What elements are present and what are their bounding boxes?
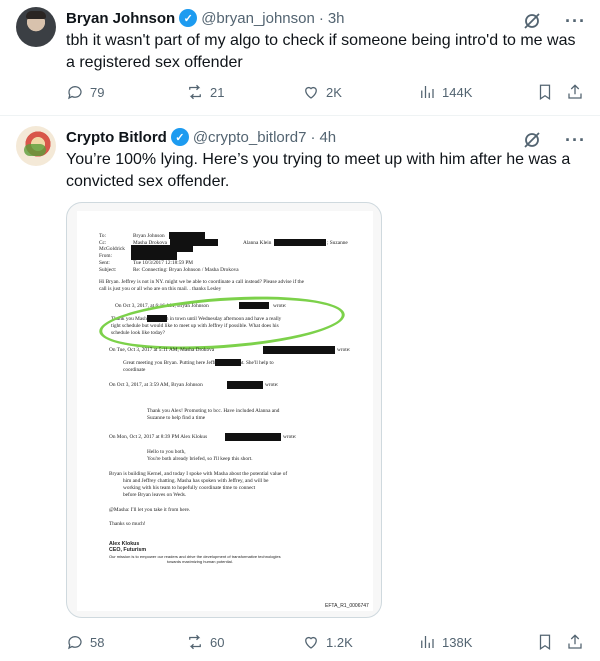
reply-icon bbox=[68, 86, 82, 100]
reply-button[interactable]: 58 bbox=[66, 633, 104, 651]
doc-quote-7: Thanks so much! bbox=[109, 521, 146, 527]
more-icon[interactable]: ··· bbox=[565, 11, 586, 32]
doc-quote-3: Thank you Alex! Promoting to bcc. Have i… bbox=[147, 408, 280, 414]
reply-count: 58 bbox=[90, 634, 105, 650]
views-icon bbox=[421, 636, 434, 648]
like-button[interactable]: 2K bbox=[302, 83, 342, 101]
tweet-text: tbh it wasn't part of my algo to check i… bbox=[66, 32, 576, 71]
display-name[interactable]: Crypto Bitlord bbox=[66, 129, 167, 146]
like-icon bbox=[305, 636, 317, 649]
doc-to-label: To: bbox=[99, 233, 106, 239]
repost-icon bbox=[189, 84, 201, 100]
doc-quote-4: Hello to you both, bbox=[147, 449, 186, 455]
attached-document-image[interactable]: To: Bryan Johnson Cc: Masha Drokova Alan… bbox=[66, 202, 382, 618]
doc-cc-value-3: ; Suzanne bbox=[327, 240, 348, 246]
doc-signature-title: CEO, Futurism bbox=[109, 547, 147, 553]
handle[interactable]: @bryan_johnson bbox=[201, 10, 315, 27]
verified-badge-icon: ✓ bbox=[170, 128, 189, 146]
separator: · bbox=[318, 9, 324, 27]
doc-quote-header-2: On Tue, Oct 3, 2017 at 5:11 AM, Masha Dr… bbox=[109, 347, 215, 353]
doc-quote-3b: Suzanne to help find a time bbox=[147, 415, 206, 421]
doc-from-label: From: bbox=[99, 253, 112, 259]
doc-footer-id: EFTA_R1_0006747 bbox=[325, 603, 369, 609]
repost-count: 60 bbox=[210, 634, 225, 650]
share-icon bbox=[568, 634, 582, 649]
doc-quote-5c: working with his team to hopefully coord… bbox=[123, 485, 256, 491]
more-icon[interactable]: ··· bbox=[565, 130, 586, 151]
doc-quote-6: @Masha: I'll let you take it from here. bbox=[109, 507, 191, 513]
doc-quote-header-4: On Mon, Oct 2, 2017 at 8:39 PM Alex Klok… bbox=[109, 434, 208, 440]
doc-quote-4b: You're both already briefed, so I'll kee… bbox=[147, 456, 253, 462]
avatar[interactable] bbox=[16, 7, 56, 47]
doc-quote-header-3: On Oct 3, 2017, at 3:59 AM, Bryan Johnso… bbox=[109, 382, 203, 388]
doc-quote-2: Great meeting you Bryan. Putting here Je… bbox=[123, 360, 274, 366]
separator: · bbox=[310, 128, 316, 146]
tweet-menu: ··· bbox=[521, 129, 586, 151]
repost-count: 21 bbox=[210, 84, 225, 100]
doc-subject-label: Subject: bbox=[99, 267, 117, 273]
tweet-crypto-bitlord[interactable]: Crypto Bitlord ✓ @crypto_bitlord7 · 4h ·… bbox=[0, 117, 600, 661]
grok-icon[interactable] bbox=[521, 129, 543, 151]
reply-button[interactable]: 79 bbox=[66, 83, 104, 101]
views-count: 144K bbox=[442, 84, 473, 100]
display-name[interactable]: Bryan Johnson bbox=[66, 10, 175, 27]
doc-quote-2b: coordinate bbox=[123, 367, 146, 373]
views-icon bbox=[421, 86, 434, 98]
tweet-text: You’re 100% lying. Here’s you trying to … bbox=[66, 151, 571, 190]
reply-icon bbox=[68, 636, 82, 650]
avatar[interactable] bbox=[16, 126, 56, 166]
like-button[interactable]: 1.2K bbox=[302, 633, 353, 651]
doc-para-1b: call is just you or all who are on this … bbox=[99, 286, 222, 292]
timestamp[interactable]: 3h bbox=[328, 10, 345, 27]
repost-icon bbox=[189, 634, 201, 650]
email-document: To: Bryan Johnson Cc: Masha Drokova Alan… bbox=[77, 211, 373, 611]
doc-to-value: Bryan Johnson bbox=[133, 233, 165, 239]
action-bar: 58 60 1.2K 138K bbox=[66, 633, 588, 653]
doc-signature-mission-2: towards maximizing human potential. bbox=[167, 559, 233, 564]
doc-quote-5b: him and Jeffrey chatting. Masha has spok… bbox=[123, 478, 269, 484]
reply-count: 79 bbox=[90, 84, 105, 100]
views-button[interactable]: 144K bbox=[418, 83, 472, 101]
like-count: 2K bbox=[326, 84, 342, 100]
doc-wrote-2: wrote: bbox=[337, 347, 351, 353]
doc-quote-5: Bryan is building Kernel, and today I sp… bbox=[109, 471, 288, 477]
doc-sent-label: Sent: bbox=[99, 260, 110, 266]
grok-icon[interactable] bbox=[521, 10, 543, 32]
action-bar: 79 21 2K 144K bbox=[66, 83, 588, 103]
tweet-header: Bryan Johnson ✓ @bryan_johnson · 3h bbox=[66, 9, 345, 27]
tweet-bryan-johnson[interactable]: Bryan Johnson ✓ @bryan_johnson · 3h ··· … bbox=[0, 0, 600, 116]
doc-sent-value: Tue 10/3/2017 12:18:59 PM bbox=[133, 260, 193, 266]
tweet-menu: ··· bbox=[521, 10, 586, 32]
doc-cc-value-2: Alanna Klein bbox=[243, 240, 272, 246]
verified-badge-icon: ✓ bbox=[179, 9, 198, 27]
bookmark-button[interactable] bbox=[536, 633, 554, 651]
share-icon bbox=[568, 84, 582, 99]
views-button[interactable]: 138K bbox=[418, 633, 472, 651]
bookmark-button[interactable] bbox=[536, 83, 554, 101]
share-button[interactable] bbox=[566, 633, 584, 651]
doc-wrote-4: wrote: bbox=[283, 434, 297, 440]
share-button[interactable] bbox=[566, 83, 584, 101]
like-icon bbox=[305, 86, 317, 99]
bookmark-icon bbox=[539, 84, 551, 100]
tweet-header: Crypto Bitlord ✓ @crypto_bitlord7 · 4h bbox=[66, 128, 336, 146]
bookmark-icon bbox=[539, 634, 551, 650]
repost-button[interactable]: 21 bbox=[186, 83, 224, 101]
repost-button[interactable]: 60 bbox=[186, 633, 224, 651]
doc-quote-5d: before Bryan leaves on Weds. bbox=[123, 492, 187, 498]
doc-para-1: Hi Bryan. Jeffrey is not in NY. might we… bbox=[99, 279, 305, 285]
doc-cc-value-4: McGoldrick bbox=[99, 246, 125, 252]
doc-subject-value: Re: Connecting: Bryan Johnson / Masha Dr… bbox=[133, 267, 239, 273]
like-count: 1.2K bbox=[326, 634, 353, 650]
timestamp[interactable]: 4h bbox=[319, 129, 336, 146]
handle[interactable]: @crypto_bitlord7 bbox=[193, 129, 307, 146]
doc-wrote-3: wrote: bbox=[265, 382, 279, 388]
views-count: 138K bbox=[442, 634, 473, 650]
